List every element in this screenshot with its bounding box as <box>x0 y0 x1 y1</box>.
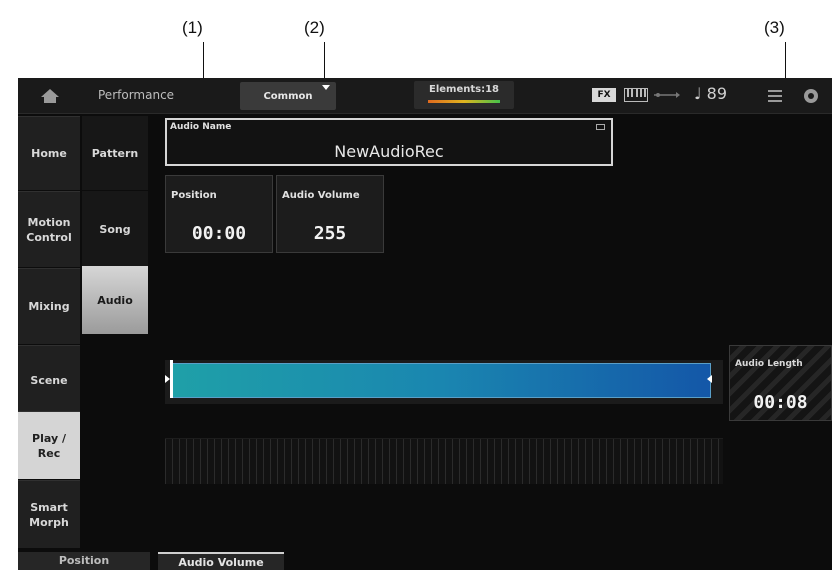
audio-name-label: Audio Name <box>170 122 232 132</box>
home-button[interactable] <box>18 78 82 114</box>
bottom-tab-audio-volume[interactable]: Audio Volume <box>158 552 284 570</box>
nav-smart-morph[interactable]: Smart Morph <box>18 480 80 548</box>
nav-home[interactable]: Home <box>18 116 80 190</box>
callout-3: (3) <box>764 18 785 37</box>
nav-play-rec-label: Play / Rec <box>32 431 66 460</box>
tempo-display[interactable]: ♩ 89 <box>694 84 727 103</box>
subnav-song[interactable]: Song <box>82 191 148 267</box>
nav-mixing[interactable]: Mixing <box>18 268 80 344</box>
position-param[interactable]: Position 00:00 <box>165 175 273 253</box>
page-title: Performance <box>98 88 175 102</box>
synth-screen: Performance Common Elements:18 FX ♩ 89 H… <box>18 78 832 570</box>
common-tab[interactable]: Common <box>240 82 336 110</box>
audio-name-value: NewAudioRec <box>334 142 444 161</box>
keyboard-icon[interactable] <box>624 88 648 102</box>
audio-volume-value: 255 <box>313 223 347 244</box>
audio-name-field[interactable]: Audio Name NewAudioRec <box>165 118 613 166</box>
audio-volume-param[interactable]: Audio Volume 255 <box>276 175 384 253</box>
audio-waveform-bar[interactable] <box>171 363 711 398</box>
elements-level-bar <box>428 100 500 103</box>
gear-icon[interactable] <box>802 87 820 105</box>
dropdown-arrow-icon <box>322 85 330 90</box>
audio-length-label: Audio Length <box>735 359 803 369</box>
home-icon <box>41 89 59 103</box>
nav-play-rec[interactable]: Play / Rec <box>18 411 80 479</box>
position-label: Position <box>171 190 217 201</box>
elements-indicator[interactable]: Elements:18 <box>414 81 514 109</box>
audio-length-value: 00:08 <box>753 392 808 413</box>
callout-2: (2) <box>304 18 325 37</box>
subnav-pattern[interactable]: Pattern <box>82 116 148 190</box>
end-marker-icon[interactable] <box>707 375 712 383</box>
nav-scene[interactable]: Scene <box>18 345 80 415</box>
position-value: 00:00 <box>191 223 247 244</box>
keyboard-input-icon <box>596 124 605 130</box>
top-bar: Performance Common Elements:18 FX ♩ 89 <box>18 78 832 114</box>
subnav-audio[interactable]: Audio <box>82 266 148 334</box>
start-marker-icon[interactable] <box>165 375 170 383</box>
bottom-tab-position[interactable]: Position <box>18 552 150 570</box>
playhead-cursor[interactable] <box>170 360 173 398</box>
elements-label: Elements:18 <box>428 84 499 95</box>
timeline-grid <box>165 438 723 484</box>
nav-motion-control-label: Motion Control <box>26 215 72 244</box>
audio-volume-label: Audio Volume <box>282 190 360 201</box>
usb-icon <box>654 92 680 98</box>
common-tab-label: Common <box>263 90 313 102</box>
fx-badge[interactable]: FX <box>592 88 616 102</box>
callout-1: (1) <box>182 18 203 37</box>
audio-length-display: Audio Length 00:08 <box>729 345 832 421</box>
meter-icon[interactable] <box>768 90 782 102</box>
nav-smart-morph-label: Smart Morph <box>29 500 69 529</box>
nav-motion-control[interactable]: Motion Control <box>18 191 80 267</box>
